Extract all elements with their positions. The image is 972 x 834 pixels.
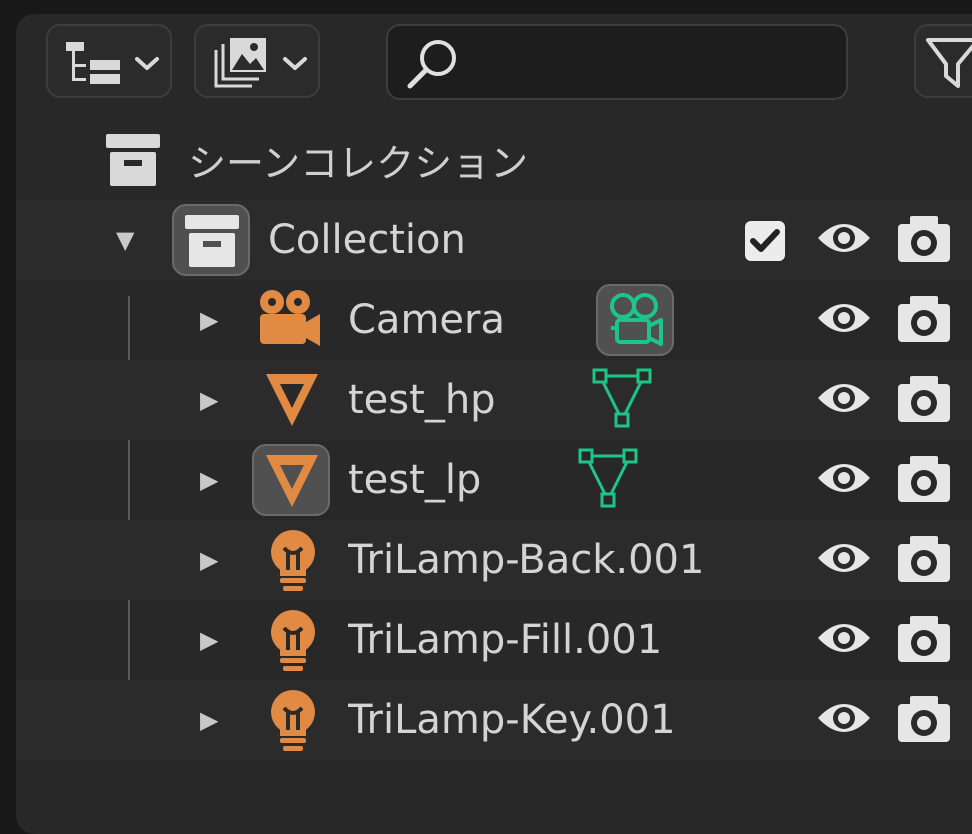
object-label: TriLamp-Back.001 <box>348 537 705 583</box>
filter-popover-button[interactable] <box>914 24 972 98</box>
chevron-down-icon <box>283 57 307 70</box>
camera-object-icon <box>260 290 320 346</box>
collection-box-icon <box>106 134 160 186</box>
magnifier-icon <box>407 40 456 89</box>
expand-triangle-icon[interactable]: ▶ <box>200 628 218 652</box>
collection-label: Collection <box>268 217 466 263</box>
eye-icon[interactable] <box>816 216 872 260</box>
object-row-trilamp-back[interactable]: ▶ TriLamp-Back.001 <box>16 520 972 600</box>
funnel-icon <box>926 38 972 88</box>
camera-render-icon[interactable] <box>896 694 952 744</box>
collection-box-icon <box>185 215 239 267</box>
object-row-test-lp[interactable]: ▶ test_lp <box>16 440 972 520</box>
outliner-tree-icon <box>66 42 120 84</box>
eye-icon[interactable] <box>816 376 872 420</box>
mesh-object-icon <box>266 455 318 507</box>
outliner-panel: シーンコレクション ▼ Collection ▶ Camera ▶ test_h… <box>16 14 972 834</box>
scene-collection-label: シーンコレクション <box>188 141 529 186</box>
expand-triangle-icon[interactable]: ▶ <box>200 548 218 572</box>
collection-icon-box[interactable] <box>172 204 250 276</box>
mesh-object-icon <box>266 374 318 426</box>
eye-icon[interactable] <box>816 296 872 340</box>
object-row-test-hp[interactable]: ▶ test_hp <box>16 360 972 440</box>
light-object-icon <box>271 690 315 751</box>
camera-render-icon[interactable] <box>896 294 952 344</box>
collection-row[interactable]: ▼ Collection <box>16 200 972 280</box>
object-icon-box[interactable] <box>252 444 330 516</box>
camera-render-icon[interactable] <box>896 534 952 584</box>
object-row-trilamp-key[interactable]: ▶ TriLamp-Key.001 <box>16 680 972 760</box>
mesh-data-icon <box>578 448 638 508</box>
data-icon-box[interactable] <box>596 284 674 356</box>
light-object-icon <box>271 530 315 591</box>
camera-render-icon[interactable] <box>896 454 952 504</box>
object-row-trilamp-fill[interactable]: ▶ TriLamp-Fill.001 <box>16 600 972 680</box>
eye-icon[interactable] <box>816 536 872 580</box>
collapse-triangle-icon[interactable]: ▼ <box>116 228 134 252</box>
chevron-down-icon <box>135 57 159 70</box>
search-input[interactable] <box>472 40 836 86</box>
display-mode-dropdown[interactable] <box>46 24 172 98</box>
expand-triangle-icon[interactable]: ▶ <box>200 708 218 732</box>
eye-icon[interactable] <box>816 456 872 500</box>
view-layer-filter-dropdown[interactable] <box>194 24 320 98</box>
camera-render-icon[interactable] <box>896 374 952 424</box>
object-label: TriLamp-Key.001 <box>348 697 676 743</box>
object-label: TriLamp-Fill.001 <box>348 617 663 663</box>
image-stack-icon <box>214 38 266 88</box>
camera-data-icon <box>610 293 663 346</box>
eye-icon[interactable] <box>816 616 872 660</box>
search-field[interactable] <box>386 24 848 100</box>
camera-render-icon[interactable] <box>896 214 952 264</box>
object-label: Camera <box>348 297 505 343</box>
object-label: test_lp <box>348 457 482 503</box>
expand-triangle-icon[interactable]: ▶ <box>200 308 218 332</box>
expand-triangle-icon[interactable]: ▶ <box>200 388 218 412</box>
exclude-checkbox[interactable] <box>744 220 786 262</box>
eye-icon[interactable] <box>816 696 872 740</box>
object-row-camera[interactable]: ▶ Camera <box>16 280 972 360</box>
object-label: test_hp <box>348 377 496 423</box>
light-object-icon <box>271 610 315 671</box>
mesh-data-icon <box>592 368 652 428</box>
camera-render-icon[interactable] <box>896 614 952 664</box>
scene-collection-row[interactable]: シーンコレクション <box>16 120 972 200</box>
expand-triangle-icon[interactable]: ▶ <box>200 468 218 492</box>
outliner-header <box>16 14 972 106</box>
